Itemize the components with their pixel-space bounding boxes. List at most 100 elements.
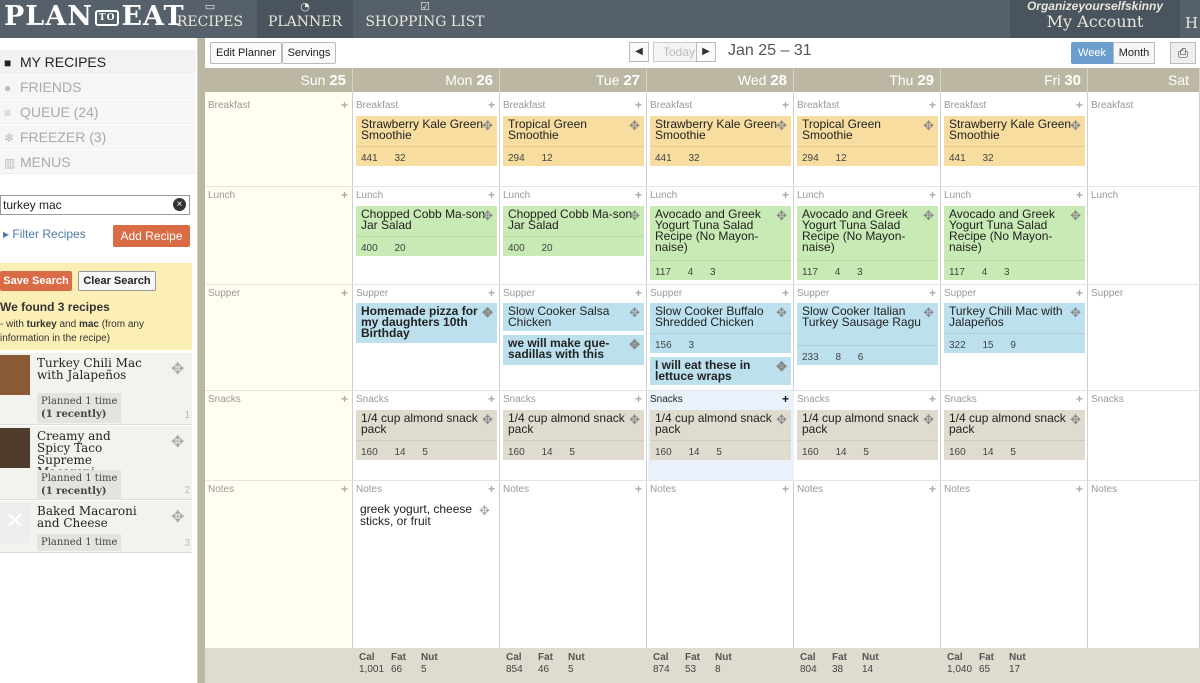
week-view-button[interactable]: Week bbox=[1071, 42, 1113, 64]
add-meal-icon[interactable]: + bbox=[341, 98, 348, 112]
filter-recipes-link[interactable]: ▸ Filter Recipes bbox=[3, 227, 86, 241]
drag-handle-icon[interactable]: ✥ bbox=[171, 432, 184, 452]
add-meal-icon[interactable]: + bbox=[782, 482, 789, 496]
drag-handle-icon[interactable]: ✥ bbox=[629, 413, 640, 426]
drag-handle-icon[interactable]: ✥ bbox=[1070, 413, 1081, 426]
meal-card[interactable]: Avocado and Greek Yogurt Tuna Salad Reci… bbox=[650, 206, 791, 280]
plan-to-eat-logo[interactable]: PLAN TO EAT bbox=[4, 0, 185, 38]
add-meal-icon[interactable]: + bbox=[1076, 286, 1083, 300]
meal-card[interactable]: Slow Cooker Salsa Chicken ✥ bbox=[503, 303, 644, 331]
note-text[interactable]: greek yogurt, cheese sticks, or fruit bbox=[360, 503, 475, 527]
clear-search-button[interactable]: Clear Search bbox=[78, 271, 156, 291]
meal-card[interactable]: 1/4 cup almond snack pack ✥ 160 14 5 bbox=[503, 410, 644, 460]
meal-card[interactable]: 1/4 cup almond snack pack ✥ 160 14 5 bbox=[650, 410, 791, 460]
save-search-button[interactable]: Save Search bbox=[0, 271, 72, 291]
sidebar-item-my-recipes[interactable]: ■ MY RECIPES bbox=[0, 50, 196, 74]
drag-handle-icon[interactable]: ✥ bbox=[923, 306, 934, 319]
nav-planner[interactable]: ◔ PLANNER bbox=[257, 0, 353, 38]
recipe-result-item[interactable]: Creamy and Spicy Taco Supreme Macaroni ✥… bbox=[0, 426, 192, 500]
drag-handle-icon[interactable]: ✥ bbox=[482, 413, 493, 426]
add-meal-icon[interactable]: + bbox=[1076, 392, 1083, 406]
add-meal-icon[interactable]: + bbox=[782, 286, 789, 300]
drag-handle-icon[interactable]: ✥ bbox=[776, 360, 787, 373]
meal-card[interactable]: Tropical Green Smoothie ✥ 294 12 bbox=[503, 116, 644, 166]
meal-card[interactable]: Tropical Green Smoothie ✥ 294 12 bbox=[797, 116, 938, 166]
drag-handle-icon[interactable]: ✥ bbox=[629, 338, 640, 351]
recipe-result-item[interactable]: Turkey Chili Mac with Jalapeños ✥ Planne… bbox=[0, 353, 192, 425]
meal-card[interactable]: Strawberry Kale Green Smoothie ✥ 441 32 bbox=[944, 116, 1085, 166]
drag-handle-icon[interactable]: ✥ bbox=[482, 209, 493, 222]
month-view-button[interactable]: Month bbox=[1113, 42, 1155, 64]
add-meal-icon[interactable]: + bbox=[488, 98, 495, 112]
add-meal-icon[interactable]: + bbox=[1076, 482, 1083, 496]
meal-card[interactable]: Avocado and Greek Yogurt Tuna Salad Reci… bbox=[944, 206, 1085, 280]
nav-help-partial[interactable]: H bbox=[1185, 14, 1198, 32]
add-meal-icon[interactable]: + bbox=[1076, 188, 1083, 202]
add-meal-icon[interactable]: + bbox=[782, 392, 789, 406]
meal-card[interactable]: Strawberry Kale Green Smoothie ✥ 441 32 bbox=[356, 116, 497, 166]
sidebar-item-queue[interactable]: ≡ QUEUE (24) bbox=[0, 100, 196, 124]
drag-handle-icon[interactable]: ✥ bbox=[923, 413, 934, 426]
add-meal-icon[interactable]: + bbox=[341, 392, 348, 406]
print-icon[interactable]: ⎙ bbox=[1170, 42, 1196, 64]
meal-card[interactable]: 1/4 cup almond snack pack ✥ 160 14 5 bbox=[356, 410, 497, 460]
drag-handle-icon[interactable]: ✥ bbox=[776, 306, 787, 319]
drag-handle-icon[interactable]: ✥ bbox=[776, 209, 787, 222]
clear-search-icon[interactable]: × bbox=[173, 198, 186, 211]
add-meal-icon[interactable]: + bbox=[488, 286, 495, 300]
meal-card[interactable]: I will eat these in lettuce wraps ✥ bbox=[650, 357, 791, 385]
recipe-search-input[interactable]: turkey mac × bbox=[0, 195, 190, 215]
add-meal-icon[interactable]: + bbox=[635, 98, 642, 112]
add-meal-icon[interactable]: + bbox=[929, 188, 936, 202]
drag-handle-icon[interactable]: ✥ bbox=[776, 119, 787, 132]
drag-handle-icon[interactable]: ✥ bbox=[479, 503, 490, 519]
drag-handle-icon[interactable]: ✥ bbox=[923, 119, 934, 132]
add-meal-icon[interactable]: + bbox=[929, 482, 936, 496]
drag-handle-icon[interactable]: ✥ bbox=[171, 359, 184, 379]
add-meal-icon[interactable]: + bbox=[1076, 98, 1083, 112]
nav-shopping-list[interactable]: ☑ SHOPPING LIST bbox=[360, 0, 490, 38]
add-meal-icon[interactable]: + bbox=[929, 98, 936, 112]
add-meal-icon[interactable]: + bbox=[782, 98, 789, 112]
nav-recipes[interactable]: ▭ RECIPES bbox=[170, 0, 250, 38]
meal-card[interactable]: Turkey Chili Mac with Jalapeños ✥ 322 15 9 bbox=[944, 303, 1085, 353]
drag-handle-icon[interactable]: ✥ bbox=[629, 209, 640, 222]
add-meal-icon[interactable]: + bbox=[341, 286, 348, 300]
recipe-result-item[interactable]: ✕ Baked Macaroni and Cheese ✥ Planned 1 … bbox=[0, 501, 192, 553]
meal-card[interactable]: Strawberry Kale Green Smoothie ✥ 441 32 bbox=[650, 116, 791, 166]
add-meal-icon[interactable]: + bbox=[341, 482, 348, 496]
drag-handle-icon[interactable]: ✥ bbox=[482, 306, 493, 319]
meal-card[interactable]: Homemade pizza for my daughters 10th Bir… bbox=[356, 303, 497, 343]
drag-handle-icon[interactable]: ✥ bbox=[776, 413, 787, 426]
sidebar-item-menus[interactable]: ▥ MENUS bbox=[0, 150, 196, 174]
add-meal-icon[interactable]: + bbox=[635, 392, 642, 406]
previous-week-button[interactable]: ◀ bbox=[629, 42, 649, 62]
add-meal-icon[interactable]: + bbox=[635, 482, 642, 496]
drag-handle-icon[interactable]: ✥ bbox=[171, 507, 184, 527]
meal-card[interactable]: 1/4 cup almond snack pack ✥ 160 14 5 bbox=[797, 410, 938, 460]
drag-handle-icon[interactable]: ✥ bbox=[1070, 306, 1081, 319]
meal-card[interactable]: Slow Cooker Buffalo Shredded Chicken ✥ 156… bbox=[650, 303, 791, 353]
account-menu[interactable]: Organizeyourselfskinny My Account bbox=[1010, 0, 1180, 38]
drag-handle-icon[interactable]: ✥ bbox=[482, 119, 493, 132]
meal-card[interactable]: Avocado and Greek Yogurt Tuna Salad Reci… bbox=[797, 206, 938, 280]
drag-handle-icon[interactable]: ✥ bbox=[1070, 209, 1081, 222]
add-meal-icon[interactable]: + bbox=[488, 392, 495, 406]
drag-handle-icon[interactable]: ✥ bbox=[629, 306, 640, 319]
meal-card[interactable]: Chopped Cobb Ma-son Jar Salad ✥ 400 20 bbox=[503, 206, 644, 256]
add-meal-icon[interactable]: + bbox=[782, 188, 789, 202]
add-meal-icon[interactable]: + bbox=[635, 188, 642, 202]
add-meal-icon[interactable]: + bbox=[488, 482, 495, 496]
next-week-button[interactable]: ▶ bbox=[696, 42, 716, 62]
sidebar-item-friends[interactable]: ● FRIENDS bbox=[0, 75, 196, 99]
add-recipe-button[interactable]: Add Recipe bbox=[113, 225, 190, 247]
meal-card[interactable]: Slow Cooker Italian Turkey Sausage Ragu ✥… bbox=[797, 303, 938, 365]
meal-card[interactable]: 1/4 cup almond snack pack ✥ 160 14 5 bbox=[944, 410, 1085, 460]
add-meal-icon[interactable]: + bbox=[635, 286, 642, 300]
add-meal-icon[interactable]: + bbox=[929, 392, 936, 406]
servings-button[interactable]: Servings bbox=[282, 42, 336, 64]
meal-card[interactable]: Chopped Cobb Ma-son Jar Salad ✥ 400 20 bbox=[356, 206, 497, 256]
drag-handle-icon[interactable]: ✥ bbox=[629, 119, 640, 132]
drag-handle-icon[interactable]: ✥ bbox=[923, 209, 934, 222]
add-meal-icon[interactable]: + bbox=[488, 188, 495, 202]
